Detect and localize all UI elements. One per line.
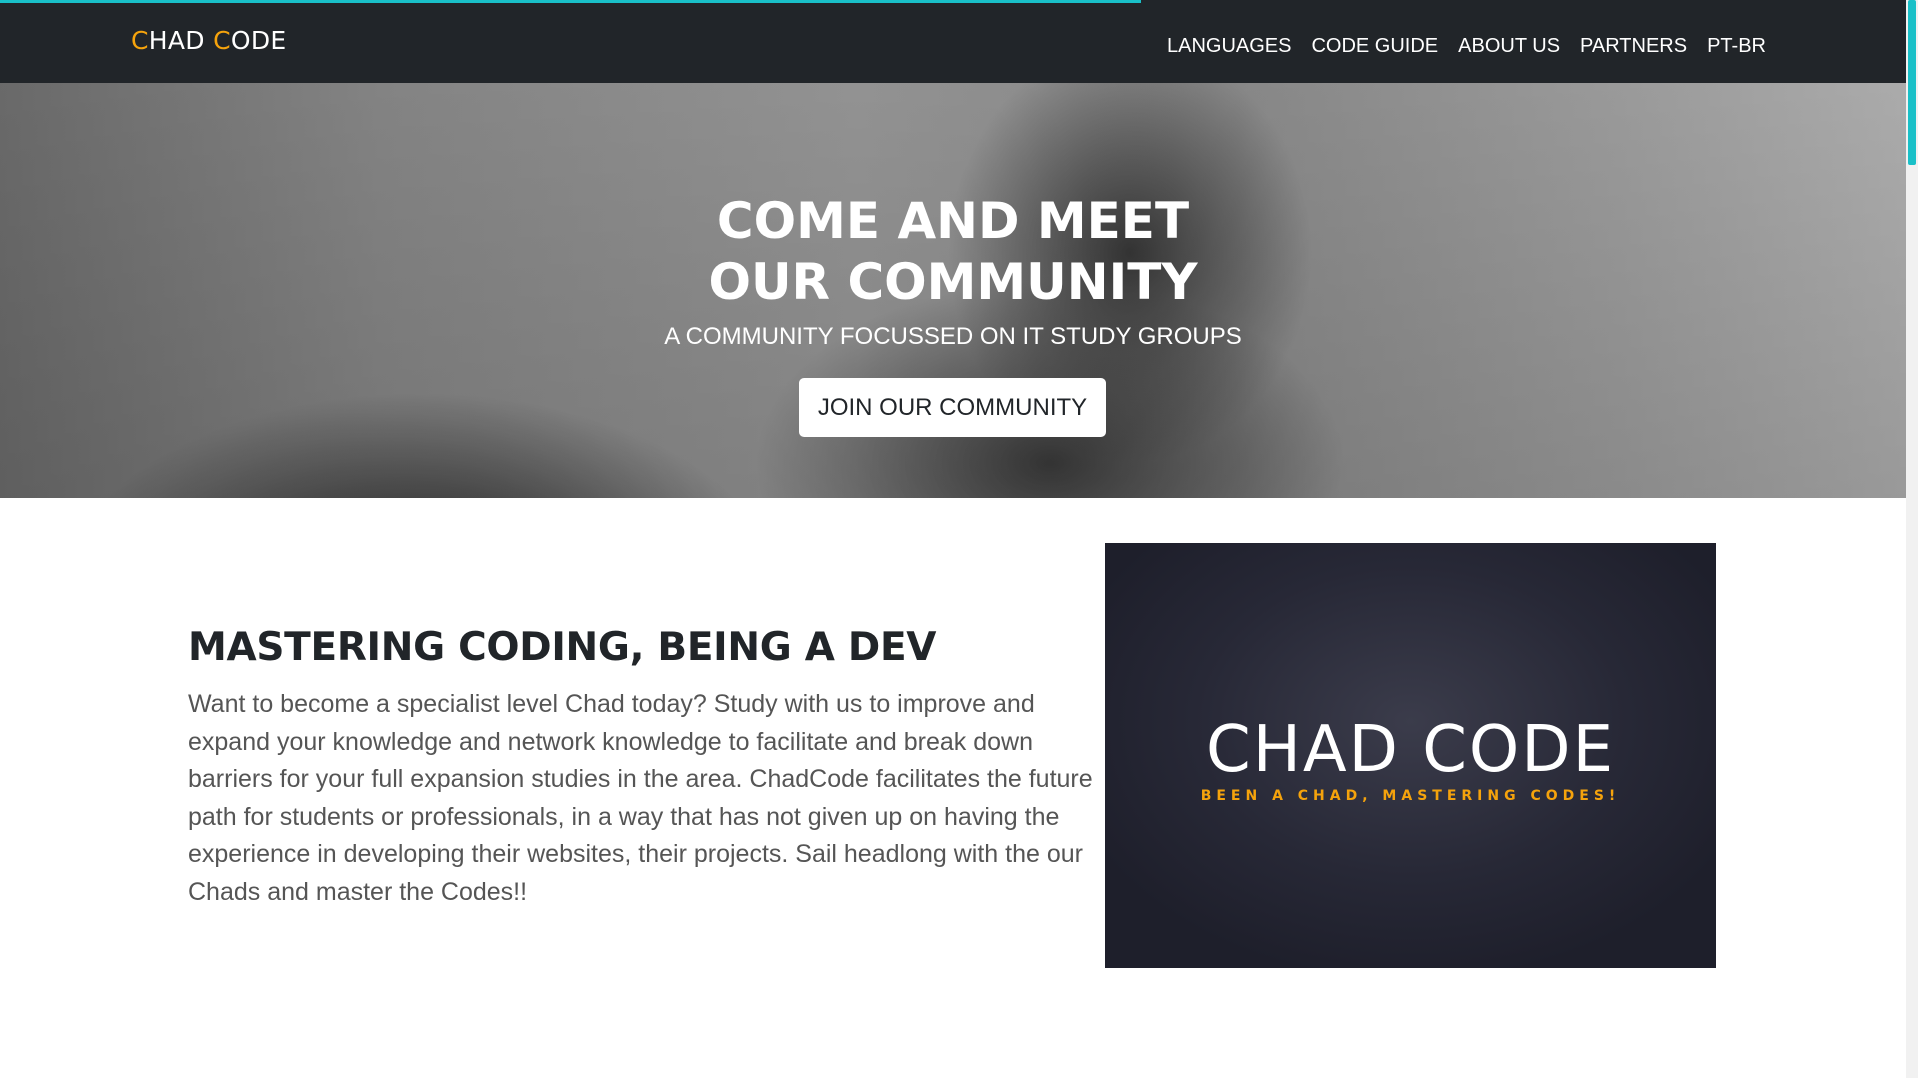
scrollbar-thumb[interactable] [1908, 0, 1916, 165]
nav-links: LANGUAGES CODE GUIDE ABOUT US PARTNERS P… [1167, 35, 1766, 58]
brand-initial-c2: C [213, 26, 231, 55]
chad-code-logo-image: CHAD CODE BEEN A CHAD, MASTERING CODES! [1105, 543, 1716, 968]
nav-link-about-us[interactable]: ABOUT US [1458, 35, 1560, 58]
join-community-button[interactable]: JOIN OUR COMMUNITY [799, 378, 1106, 437]
hero-title-line1: COME AND MEET [716, 192, 1190, 250]
section-body-text: Want to become a specialist level Chad t… [188, 690, 1093, 906]
nav-link-partners[interactable]: PARTNERS [1580, 35, 1687, 58]
hero-title: COME AND MEET OUR COMMUNITY [0, 191, 1906, 313]
about-section: MASTERING CODING, BEING A DEV Want to be… [0, 498, 1906, 1078]
section-heading: MASTERING CODING, BEING A DEV [188, 625, 937, 670]
page: CHAD CODE LANGUAGES CODE GUIDE ABOUT US … [0, 0, 1918, 1078]
page-scrollbar[interactable] [1906, 0, 1918, 1078]
hero-title-line2: OUR COMMUNITY [708, 253, 1198, 311]
logo-title: CHAD CODE [1206, 713, 1615, 787]
nav-link-languages[interactable]: LANGUAGES [1167, 35, 1291, 58]
hero-subtitle: A COMMUNITY FOCUSSED ON IT STUDY GROUPS [664, 323, 1242, 350]
brand-text-part2: ODE [230, 26, 287, 55]
logo-tagline: BEEN A CHAD, MASTERING CODES! [1200, 788, 1621, 804]
nav-link-language-toggle[interactable]: PT-BR [1707, 35, 1766, 58]
nav-link-code-guide[interactable]: CODE GUIDE [1311, 35, 1438, 58]
reading-progress-bar [0, 0, 1918, 3]
brand-logo-link[interactable]: CHAD CODE [131, 26, 286, 55]
navbar: CHAD CODE LANGUAGES CODE GUIDE ABOUT US … [0, 0, 1906, 83]
brand-initial-c1: C [131, 26, 149, 55]
brand-text-part1: HAD [148, 26, 214, 55]
reading-progress-fill [0, 0, 1142, 3]
hero-banner: COME AND MEET OUR COMMUNITY A COMMUNITY … [0, 83, 1906, 498]
